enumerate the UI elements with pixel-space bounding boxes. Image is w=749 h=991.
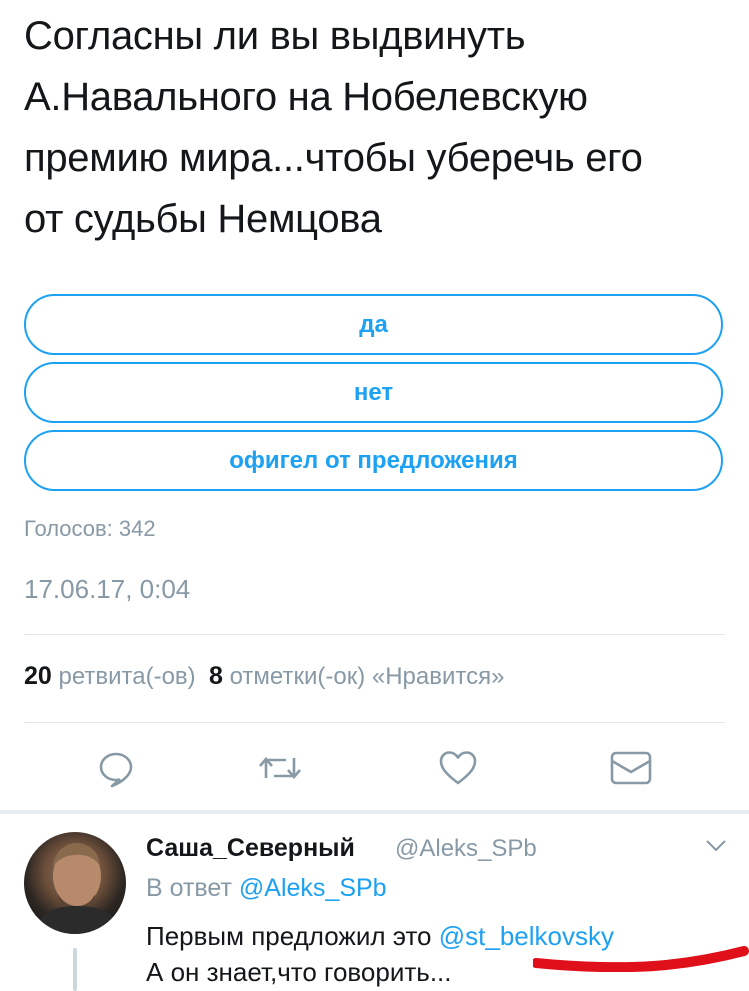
chevron-down-icon[interactable] [705, 839, 727, 858]
reply-author-handle[interactable]: @Aleks_SPb [395, 835, 537, 863]
likes-count[interactable]: 8 [209, 662, 223, 690]
divider [24, 634, 725, 635]
likes-label[interactable]: отметки(-ок) «Нравится» [230, 663, 505, 690]
poll-option-shocked[interactable]: офигел от предложения [24, 430, 723, 491]
tweet-line: А.Навального на Нобелевскую [24, 75, 588, 119]
like-icon[interactable] [436, 746, 480, 790]
reply-tweet[interactable]: Саша_Северный @Aleks_SPb В ответ @Aleks_… [0, 814, 749, 991]
retweets-count[interactable]: 20 [24, 662, 52, 690]
poll-option-yes[interactable]: да [24, 294, 723, 355]
reply-text: Первым предложил это @st_belkovsky А он … [146, 918, 614, 990]
tweet-line: от судьбы Немцова [24, 197, 382, 241]
mention-link[interactable]: @st_belkovsky [439, 921, 614, 951]
tweet-stats: 20 ретвита(-ов) 8 отметки(-ок) «Нравится… [24, 662, 504, 691]
reply-icon[interactable] [94, 746, 138, 790]
reply-text-line1: Первым предложил это @st_belkovsky [146, 918, 614, 954]
direct-message-icon[interactable] [609, 746, 653, 790]
retweet-icon[interactable] [258, 746, 302, 790]
poll: да нет офигел от предложения [24, 294, 723, 498]
tweet-line: премию мира...чтобы уберечь его [24, 136, 643, 180]
reply-text-part: Первым предложил это [146, 921, 432, 951]
tweet-actions [0, 746, 749, 790]
in-reply-handle-link[interactable]: @Aleks_SPb [239, 874, 387, 902]
in-reply-prefix: В ответ [146, 874, 232, 902]
poll-option-no[interactable]: нет [24, 362, 723, 423]
retweets-label[interactable]: ретвита(-ов) [58, 663, 195, 690]
reply-author-name[interactable]: Саша_Северный [146, 834, 355, 863]
poll-votes-count: Голосов: 342 [24, 516, 156, 541]
tweet-timestamp: 17.06.17, 0:04 [24, 574, 191, 604]
thread-line [73, 948, 77, 991]
reply-text-line2: А он знает,что говорить... [146, 957, 452, 987]
tweet-text: Согласны ли вы выдвинуть А.Навального на… [24, 6, 724, 250]
avatar[interactable] [24, 832, 126, 934]
in-reply-to: В ответ @Aleks_SPb [146, 874, 387, 903]
divider [24, 722, 725, 723]
tweet-line: Согласны ли вы выдвинуть [24, 14, 526, 58]
